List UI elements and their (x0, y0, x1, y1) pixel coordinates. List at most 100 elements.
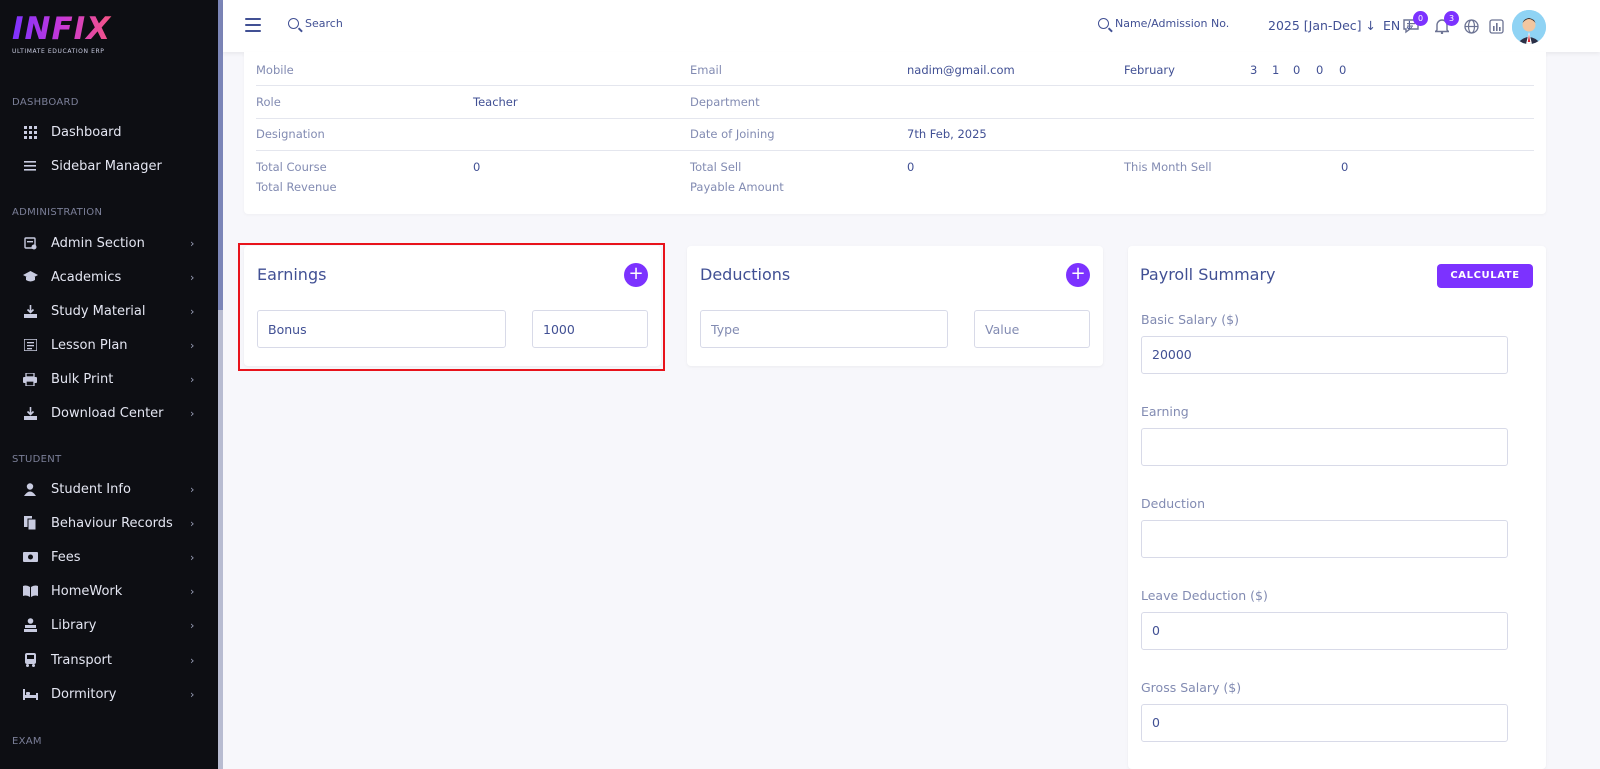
user-icon (22, 481, 38, 497)
chevron-right-icon: › (190, 550, 195, 564)
sidebar-item-academics[interactable]: Academics › (0, 263, 210, 291)
logo-text: INFIX (12, 12, 122, 46)
sidebar-item-dormitory[interactable]: Dormitory › (0, 680, 210, 708)
info-row: Total Course 0 Total Sell 0 This Month S… (256, 151, 1534, 201)
notifications-button[interactable]: 3 (1433, 11, 1459, 35)
user-avatar[interactable] (1512, 10, 1546, 44)
sidebar-item-sidebar-manager[interactable]: Sidebar Manager (0, 152, 210, 180)
earning-label: Earning (1141, 404, 1189, 419)
section-title-student: STUDENT (12, 454, 62, 465)
sidebar-item-label: Transport (51, 652, 113, 668)
section-title-dashboard: DASHBOARD (12, 97, 79, 108)
sidebar-item-label: Study Material (51, 303, 146, 319)
chevron-right-icon: › (190, 482, 195, 496)
sidebar-item-label: Download Center (51, 405, 164, 421)
sidebar-scrollbar[interactable] (218, 0, 223, 769)
payable-amount-label: Payable Amount (690, 180, 784, 194)
deduction-field[interactable] (1141, 520, 1508, 558)
graduation-cap-icon (22, 269, 38, 285)
month-stat: 3 (1250, 63, 1258, 77)
hamburger-menu-icon[interactable] (245, 18, 261, 32)
month-stat: 1 (1272, 63, 1280, 77)
chevron-right-icon: › (190, 270, 195, 284)
total-sell-value: 0 (907, 160, 915, 174)
sidebar-item-label: HomeWork (51, 583, 123, 599)
sidebar-item-label: Dormitory (51, 686, 117, 702)
earning-field[interactable] (1141, 428, 1508, 466)
chevron-right-icon: › (190, 304, 195, 318)
sidebar-item-dashboard[interactable]: Dashboard (0, 118, 210, 146)
deductions-title: Deductions (700, 265, 791, 284)
messages-button[interactable]: 0 (1402, 11, 1428, 35)
month-sell-label: This Month Sell (1124, 160, 1212, 174)
globe-icon (1463, 18, 1479, 34)
sidebar-item-homework[interactable]: HomeWork › (0, 577, 210, 605)
email-value: nadim@gmail.com (907, 63, 1015, 77)
student-search[interactable]: Name/Admission No. (1098, 17, 1229, 30)
section-title-exam: EXAM (12, 736, 42, 747)
sidebar-item-label: Admin Section (51, 235, 145, 251)
sidebar-item-label: Dashboard (51, 124, 122, 140)
role-label: Role (256, 95, 281, 109)
records-icon (22, 515, 38, 531)
chevron-right-icon: › (190, 372, 195, 386)
chevron-right-icon: › (190, 236, 195, 250)
sidebar-item-study-material[interactable]: Study Material › (0, 297, 210, 325)
payroll-summary-title: Payroll Summary (1140, 265, 1276, 284)
chevron-right-icon: › (190, 584, 195, 598)
gross-salary-label: Gross Salary ($) (1141, 680, 1242, 695)
sidebar-item-lesson-plan[interactable]: Lesson Plan › (0, 331, 210, 359)
sidebar-item-label: Lesson Plan (51, 337, 128, 353)
global-search[interactable]: Search (288, 17, 343, 30)
website-button[interactable] (1462, 17, 1480, 35)
chevron-right-icon: › (190, 653, 195, 667)
sidebar-item-label: Library (51, 617, 97, 633)
search-icon (288, 18, 299, 29)
sidebar-item-admin-section[interactable]: Admin Section › (0, 229, 210, 257)
add-deduction-button[interactable]: + (1066, 263, 1090, 287)
reports-button[interactable] (1487, 17, 1505, 35)
sidebar-item-label: Academics (51, 269, 122, 285)
total-revenue-label: Total Revenue (256, 180, 337, 194)
sidebar-item-library[interactable]: Library › (0, 611, 210, 639)
sidebar-item-label: Student Info (51, 481, 131, 497)
month-stat: 0 (1316, 63, 1324, 77)
leave-deduction-label: Leave Deduction ($) (1141, 588, 1268, 603)
logo[interactable]: INFIX ULTIMATE EDUCATION ERP (12, 12, 122, 58)
grid-icon (22, 124, 38, 140)
deduction-value-input[interactable] (974, 310, 1090, 348)
sidebar: INFIX ULTIMATE EDUCATION ERP DASHBOARD D… (0, 0, 218, 769)
deductions-card: Deductions + (687, 246, 1103, 366)
total-course-label: Total Course (256, 160, 327, 174)
bus-icon (22, 652, 38, 668)
basic-salary-field[interactable]: 20000 (1141, 336, 1508, 374)
role-value: Teacher (473, 95, 518, 109)
sidebar-item-bulk-print[interactable]: Bulk Print › (0, 365, 210, 393)
sidebar-item-fees[interactable]: Fees › (0, 543, 210, 571)
logo-tagline: ULTIMATE EDUCATION ERP (12, 48, 105, 55)
leave-deduction-field[interactable]: 0 (1141, 612, 1508, 650)
month-label: February (1124, 63, 1175, 77)
deduction-type-input[interactable] (700, 310, 948, 348)
sidebar-item-student-info[interactable]: Student Info › (0, 475, 210, 503)
book-list-icon (22, 337, 38, 353)
language-label: EN (1383, 18, 1401, 33)
download-icon (22, 405, 38, 421)
joining-value: 7th Feb, 2025 (907, 127, 987, 141)
sidebar-item-behaviour-records[interactable]: Behaviour Records › (0, 509, 210, 537)
search-icon (1098, 18, 1109, 29)
sidebar-item-download-center[interactable]: Download Center › (0, 399, 210, 427)
highlight-box (238, 243, 665, 371)
designation-label: Designation (256, 127, 325, 141)
chevron-right-icon: › (190, 406, 195, 420)
sidebar-item-transport[interactable]: Transport › (0, 646, 210, 674)
month-stat: 0 (1293, 63, 1301, 77)
gross-salary-field[interactable]: 0 (1141, 704, 1508, 742)
department-label: Department (690, 95, 760, 109)
bed-icon (22, 686, 38, 702)
download-icon (22, 303, 38, 319)
calculate-button[interactable]: CALCULATE (1437, 264, 1533, 288)
notifications-count-badge: 3 (1444, 11, 1459, 26)
chevron-right-icon: › (190, 516, 195, 530)
session-selector[interactable]: 2025 [Jan-Dec] ↓ (1268, 18, 1376, 33)
